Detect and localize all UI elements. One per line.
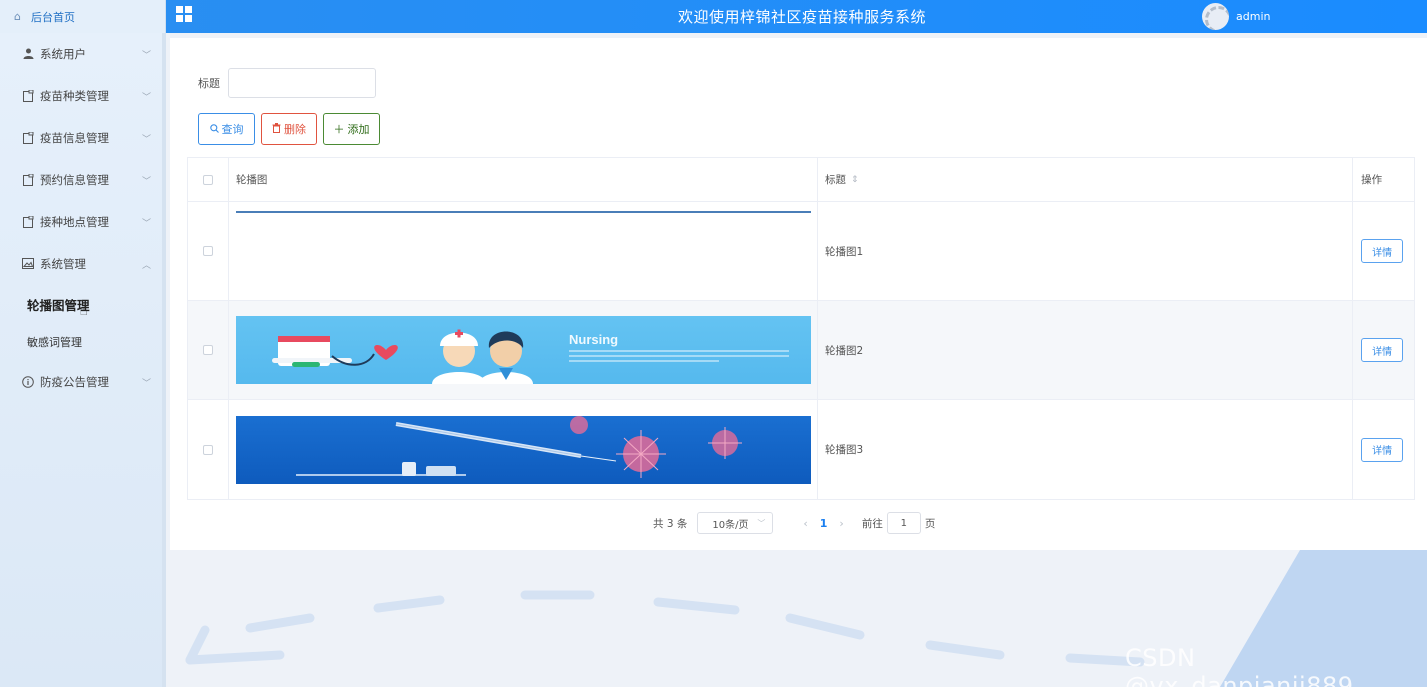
sidebar-item-label: 接种地点管理 [40,215,109,229]
add-label: 添加 [347,123,370,136]
row-title: 轮播图2 [818,301,1354,399]
doc-icon [22,131,34,144]
toolbar: 查询 删除 ＋ 添加 [198,113,386,145]
sidebar-item-announcements[interactable]: 防疫公告管理 ﹀ [0,361,162,403]
pagination: 共 3 条 10条/页 ﹀ ‹ 1 › 前往 1 页 [653,512,935,534]
doc-icon [22,89,34,102]
row-title: 轮播图3 [818,400,1354,499]
sidebar-item-label: 预约信息管理 [40,173,109,187]
username: admin [1236,10,1271,23]
sidebar-item-system-users[interactable]: 系统用户 ﹀ [0,33,162,75]
sidebar-subitem-label: 敏感词管理 [27,336,82,349]
sidebar-item-locations[interactable]: 接种地点管理 ﹀ [0,201,162,243]
table-row: 轮播图1 详情 [188,202,1414,301]
sidebar-subitem-sensitive-words[interactable]: 敏感词管理 [0,323,162,361]
sidebar: 系统用户 ﹀ 疫苗种类管理 ﹀ 疫苗信息管理 ﹀ 预约信息管理 ﹀ 接种地点管理… [0,33,166,687]
col-header-image: 轮播图 [229,158,818,201]
table-row: 轮播图3 详情 [188,400,1414,499]
trash-icon [272,122,281,136]
col-header-actions: 操作 [1361,174,1383,186]
search-icon [209,123,219,136]
row-checkbox[interactable] [202,246,213,256]
sort-icon[interactable]: ⇕ [851,175,859,185]
query-button[interactable]: 查询 [198,113,255,145]
next-page-icon[interactable]: › [839,517,843,530]
sidebar-item-label: 防疫公告管理 [40,375,109,389]
search-bar: 标题 [198,68,376,98]
chevron-down-icon: ﹀ [142,379,152,389]
nursing-banner-graphic: Nursing [271,329,789,384]
title-search-input[interactable] [228,68,376,98]
delete-label: 删除 [284,123,306,136]
row-title: 轮播图1 [818,202,1354,300]
plus-icon: ＋ [333,123,345,136]
hand-cursor-icon: ☝ [79,303,89,319]
table-header: 轮播图 标题 ⇕ 操作 [188,158,1414,202]
picture-icon [22,258,34,270]
page-suffix: 页 [924,517,936,530]
sidebar-item-appointments[interactable]: 预约信息管理 ﹀ [0,159,162,201]
doc-icon [22,173,34,186]
row-checkbox[interactable] [202,345,213,355]
user-menu[interactable]: admin [1202,0,1270,33]
sidebar-item-label: 系统用户 [40,47,86,61]
detail-button[interactable]: 详情 [1361,437,1404,462]
sidebar-item-vaccine-types[interactable]: 疫苗种类管理 ﹀ [0,75,162,117]
chevron-down-icon: ﹀ [757,518,766,528]
row-checkbox[interactable] [202,444,213,455]
current-page[interactable]: 1 [820,517,828,530]
chevron-down-icon: ﹀ [142,177,152,187]
banner-heading: Nursing [569,332,618,347]
carousel-image-2: Nursing [235,316,811,384]
sidebar-subitem-carousel[interactable]: 轮播图管理 ☝ [0,285,162,323]
page-size-select[interactable]: 10条/页 ﹀ [697,512,774,534]
chevron-down-icon: ﹀ [142,135,152,145]
detail-button[interactable]: 详情 [1361,239,1404,263]
info-icon [22,376,34,388]
sidebar-item-label: 疫苗信息管理 [40,131,109,145]
top-header: ⌂ 后台首页 欢迎使用梓锦社区疫苗接种服务系统 admin [0,0,1427,33]
carousel-image-1 [235,204,811,272]
watermark: CSDN @vx_danpianji889 [1125,644,1354,687]
main-panel: 标题 查询 删除 ＋ 添加 轮播图 标题 ⇕ 操作 轮播图1 详情 Nursin… [170,38,1427,550]
col-header-title[interactable]: 标题 ⇕ [818,158,1354,201]
chevron-down-icon: ﹀ [142,51,152,61]
select-all-checkbox[interactable] [202,174,213,185]
sidebar-item-label: 系统管理 [40,257,86,271]
add-button[interactable]: ＋ 添加 [323,113,380,145]
chevron-down-icon: ﹀ [142,219,152,229]
query-label: 查询 [221,123,244,136]
sidebar-item-vaccine-info[interactable]: 疫苗信息管理 ﹀ [0,117,162,159]
carousel-table: 轮播图 标题 ⇕ 操作 轮播图1 详情 Nursing 轮播图2 详情 轮播图3… [187,157,1415,500]
delete-button[interactable]: 删除 [261,113,317,145]
vaccine-banner-graphic [295,415,742,478]
user-icon [22,48,34,60]
carousel-image-3 [235,415,811,484]
goto-page-input[interactable]: 1 [886,512,921,534]
search-label: 标题 [198,77,220,90]
doc-icon [22,215,34,228]
chevron-down-icon: ﹀ [142,93,152,103]
goto-label: 前往 [861,517,883,530]
detail-button[interactable]: 详情 [1361,338,1404,362]
total-count: 共 3 条 [653,517,688,530]
table-row: Nursing 轮播图2 详情 [188,301,1414,400]
chevron-up-icon: ︿ [142,261,152,271]
sidebar-item-label: 疫苗种类管理 [40,89,109,103]
prev-page-icon[interactable]: ‹ [803,517,807,530]
avatar[interactable] [1202,3,1229,30]
sidebar-item-system-management[interactable]: 系统管理 ︿ [0,243,162,285]
